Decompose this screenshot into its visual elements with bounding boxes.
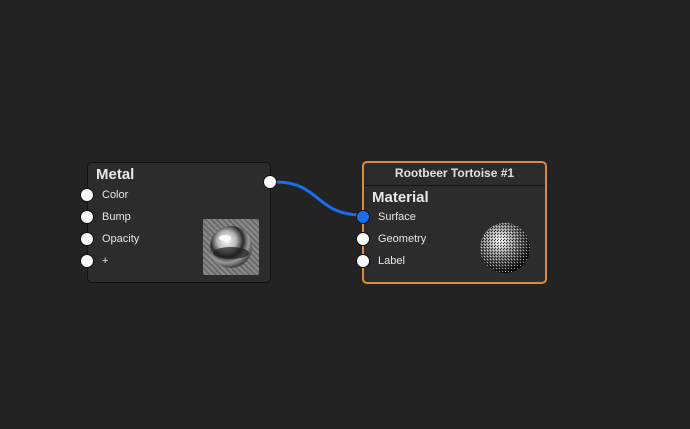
material-node-header: Rootbeer Tortoise #1 (364, 163, 545, 186)
node-graph-canvas[interactable]: Metal Color Bump Opacity + Rootbeer Tort… (0, 0, 690, 429)
metal-to-surface-wire[interactable] (275, 180, 362, 217)
surface-input-port[interactable] (356, 210, 370, 224)
add-input-label: + (102, 255, 109, 267)
label-input-port[interactable] (356, 254, 370, 268)
material-preview-thumbnail (476, 219, 534, 277)
geometry-input-port[interactable] (356, 232, 370, 246)
material-node-title: Material (372, 189, 429, 206)
add-input-port[interactable] (80, 254, 94, 268)
metal-node[interactable]: Metal Color Bump Opacity + (80, 162, 277, 283)
geometry-input-label: Geometry (378, 233, 427, 245)
color-input-port[interactable] (80, 188, 94, 202)
metal-output-port[interactable] (263, 175, 277, 189)
opacity-input-port[interactable] (80, 232, 94, 246)
bump-input-label: Bump (102, 211, 131, 223)
metal-node-title: Metal (96, 166, 135, 183)
chrome-sphere-icon (210, 226, 252, 268)
color-input-label: Color (102, 189, 129, 201)
bump-input-port[interactable] (80, 210, 94, 224)
label-input-label: Label (378, 255, 405, 267)
metal-preview-thumbnail (203, 219, 259, 275)
surface-input-label: Surface (378, 211, 416, 223)
material-output-node[interactable]: Rootbeer Tortoise #1 Material Surface Ge… (356, 161, 547, 284)
opacity-input-label: Opacity (102, 233, 140, 245)
speckled-sphere-icon (480, 223, 530, 273)
